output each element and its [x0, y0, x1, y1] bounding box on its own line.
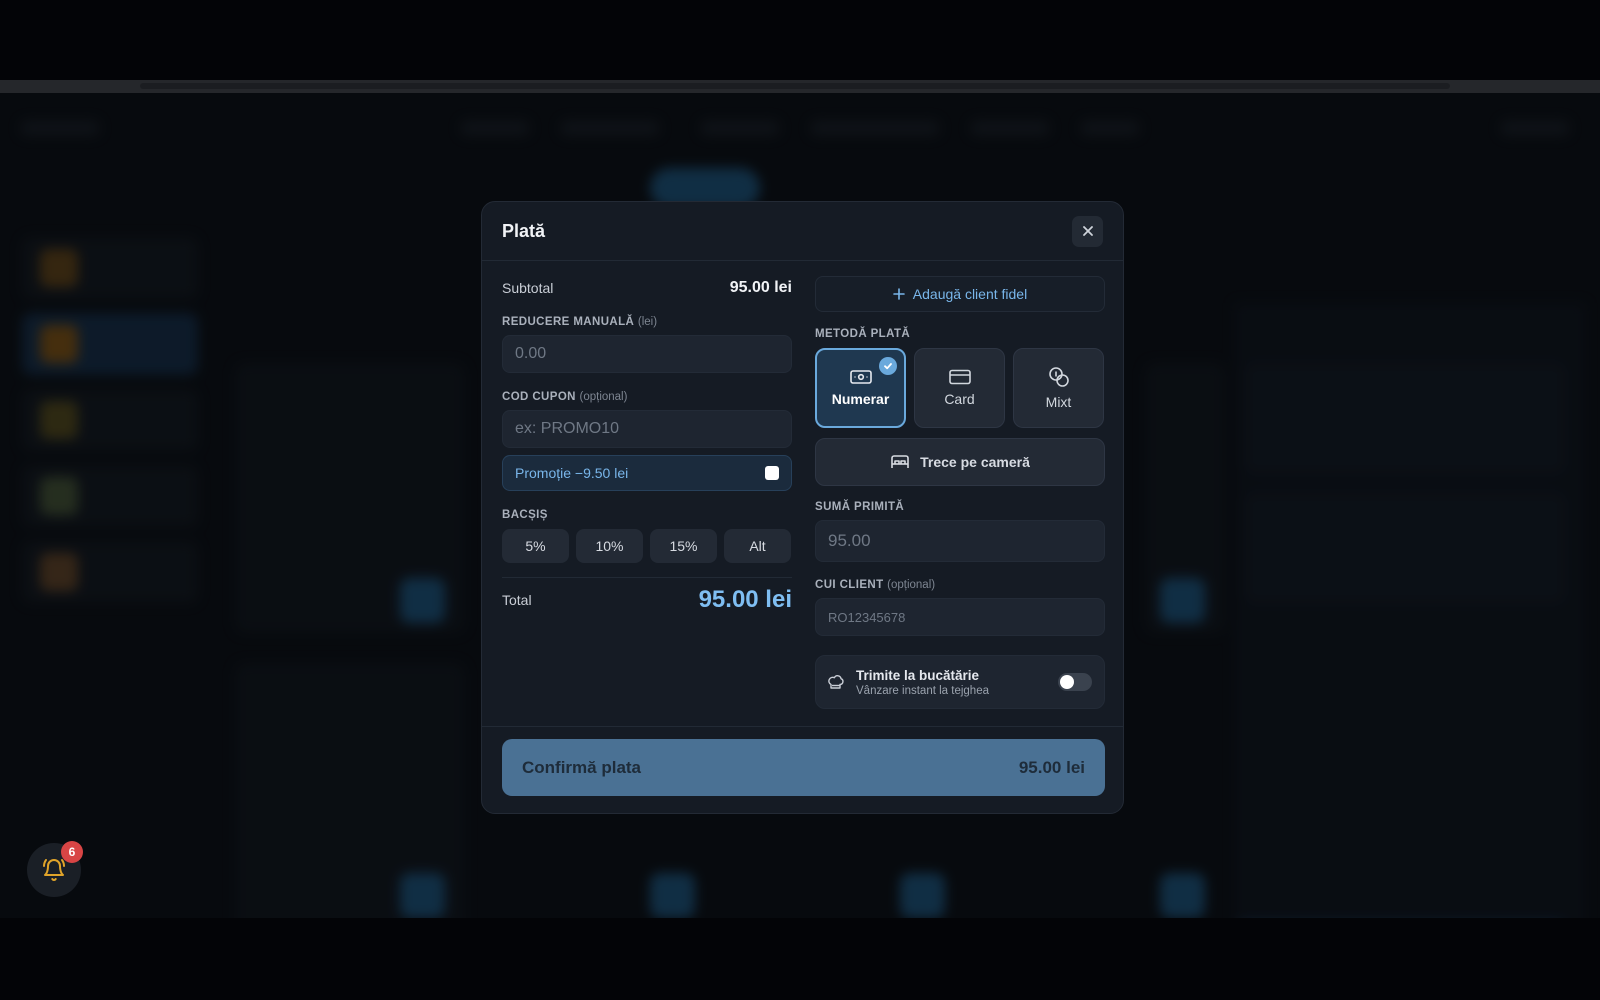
send-to-kitchen-texts: Trimite la bucătărie Vânzare instant la …: [856, 668, 1046, 697]
method-cash-label: Numerar: [831, 391, 890, 407]
cui-placeholder: RO12345678: [828, 609, 906, 625]
bed-icon: [891, 455, 909, 468]
notifications-button[interactable]: 6: [27, 841, 83, 897]
send-to-kitchen-row: Trimite la bucătărie Vânzare instant la …: [815, 655, 1105, 709]
coupon-group: COD CUPON (opțional) ex: PROMO10 Promoți…: [502, 391, 792, 491]
confirm-payment-amount: 95.00 lei: [1018, 757, 1085, 777]
selected-check-icon: [879, 357, 897, 375]
close-button[interactable]: [1072, 215, 1103, 247]
tip-15-button[interactable]: 15%: [650, 529, 717, 563]
chef-hat-icon: [828, 675, 844, 689]
bell-icon: [43, 859, 65, 881]
modal-footer: Confirmă plata 95.00 lei: [482, 726, 1123, 813]
received-placeholder: 95.00: [828, 531, 871, 550]
modal-header: Plată: [482, 202, 1123, 261]
payment-method-options: Numerar Card Mixt: [815, 348, 1104, 428]
payment-method-group: METODĂ PLATĂ Numerar Card Mixt: [815, 328, 1104, 428]
discount-placeholder: 0.00: [515, 345, 547, 362]
charge-to-room-label: Trece pe cameră: [920, 454, 1030, 470]
method-card-label: Card: [944, 391, 975, 407]
close-icon: [1082, 226, 1093, 236]
received-amount-input[interactable]: 95.00: [815, 520, 1105, 562]
confirm-payment-button[interactable]: Confirmă plata 95.00 lei: [502, 739, 1105, 796]
total-row: Total 95.00 lei: [502, 577, 792, 614]
total-value: 95.00 lei: [698, 586, 792, 613]
modal-body: Subtotal 95.00 lei REDUCERE MANUALĂ (lei…: [482, 261, 1123, 726]
send-to-kitchen-toggle[interactable]: [1058, 673, 1092, 691]
add-loyal-client-label: Adaugă client fidel: [912, 286, 1028, 302]
subtotal-row: Subtotal 95.00 lei: [502, 279, 792, 297]
notification-count-badge: 6: [61, 841, 83, 863]
tip-other-button[interactable]: Alt: [724, 529, 791, 563]
coins-icon: [1048, 367, 1069, 387]
send-to-kitchen-subtitle: Vânzare instant la tejghea: [856, 684, 989, 697]
cui-label: CUI CLIENT (opțional): [815, 579, 936, 591]
confirm-payment-label: Confirmă plata: [522, 757, 642, 777]
subtotal-label: Subtotal: [502, 280, 554, 296]
tip-5-button[interactable]: 5%: [502, 529, 569, 563]
tip-group: BACȘIȘ 5% 10% 15% Alt: [502, 509, 791, 563]
method-mixed-button[interactable]: Mixt: [1013, 348, 1104, 428]
cui-group: CUI CLIENT (opțional) RO12345678: [815, 579, 1105, 636]
promotion-option[interactable]: Promoție −9.50 lei: [502, 455, 792, 491]
cui-input[interactable]: RO12345678: [815, 598, 1105, 636]
coupon-input[interactable]: ex: PROMO10: [502, 410, 792, 448]
payment-modal: Plată Subtotal 95.00 lei REDUCERE MANUAL…: [481, 201, 1124, 814]
charge-to-room-button[interactable]: Trece pe cameră: [815, 438, 1105, 486]
add-loyal-client-button[interactable]: Adaugă client fidel: [815, 276, 1105, 312]
total-label: Total: [502, 592, 532, 608]
tip-options: 5% 10% 15% Alt: [502, 529, 791, 563]
coupon-placeholder: ex: PROMO10: [515, 420, 620, 437]
toggle-knob: [1060, 675, 1074, 689]
discount-input[interactable]: 0.00: [502, 335, 792, 373]
received-label: SUMĂ PRIMITĂ: [815, 501, 905, 513]
modal-title: Plată: [502, 220, 546, 241]
method-cash-button[interactable]: Numerar: [815, 348, 906, 428]
subtotal-value: 95.00 lei: [729, 279, 792, 296]
cash-icon: [849, 370, 872, 384]
tip-10-button[interactable]: 10%: [576, 529, 643, 563]
promotion-checkbox[interactable]: [765, 466, 779, 480]
discount-label: REDUCERE MANUALĂ (lei): [502, 316, 658, 328]
method-card-button[interactable]: Card: [914, 348, 1005, 428]
promotion-text: Promoție −9.50 lei: [515, 465, 629, 481]
send-to-kitchen-title: Trimite la bucătărie: [856, 667, 980, 683]
plus-icon: [892, 288, 905, 300]
tip-label: BACȘIȘ: [502, 509, 548, 521]
received-group: SUMĂ PRIMITĂ 95.00: [815, 501, 1105, 562]
payment-method-label: METODĂ PLATĂ: [815, 328, 911, 340]
card-icon: [948, 369, 971, 385]
coupon-label: COD CUPON (opțional): [502, 391, 628, 403]
discount-group: REDUCERE MANUALĂ (lei) 0.00: [502, 316, 792, 373]
method-mixed-label: Mixt: [1045, 394, 1072, 410]
